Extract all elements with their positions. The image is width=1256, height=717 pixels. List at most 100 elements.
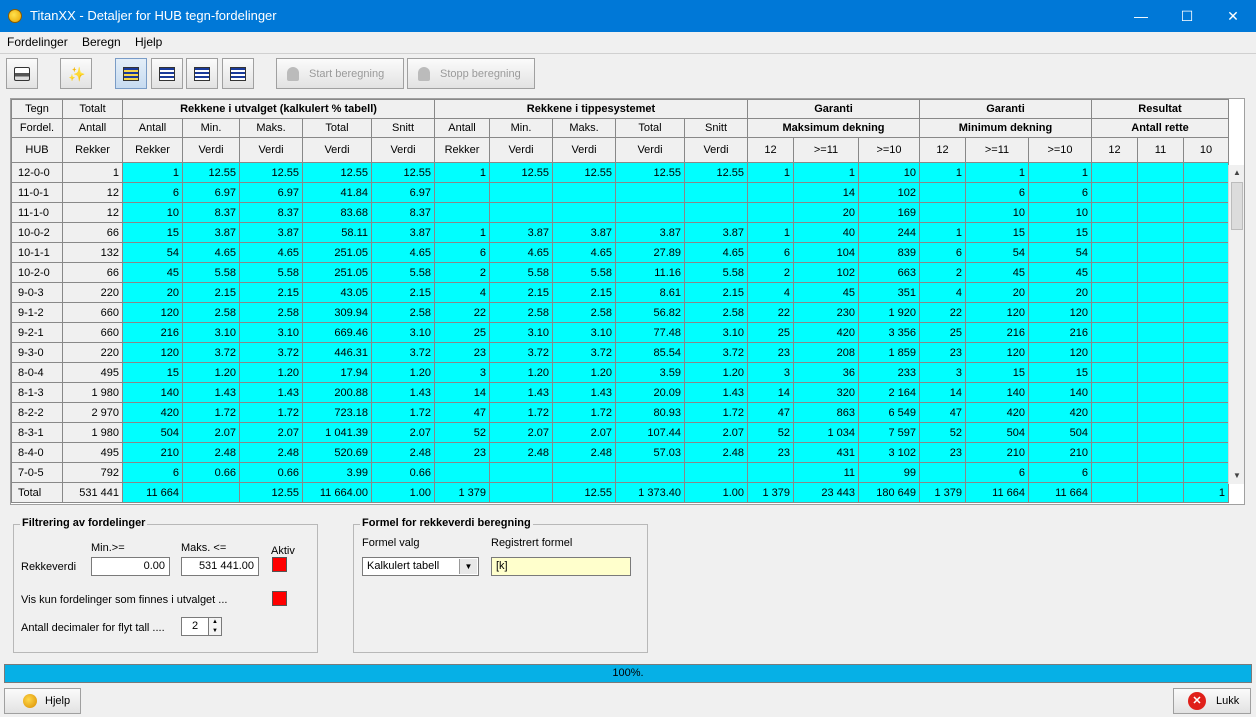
table-cell[interactable]: 43.05 [302,282,372,303]
table-cell[interactable]: 3.87 [371,222,435,243]
table-cell[interactable] [1137,282,1184,303]
table-cell[interactable]: 2.58 [182,302,240,323]
formula-select[interactable]: Kalkulert tabell ▼ [362,557,479,576]
table-cell[interactable]: 2 [919,262,966,283]
table-cell[interactable] [1137,262,1184,283]
table-cell[interactable] [1091,462,1138,483]
table-cell[interactable]: 140 [1028,382,1092,403]
table-cell[interactable]: 120 [122,342,183,363]
row-hub-label[interactable]: 9-0-3 [11,282,63,303]
table-cell[interactable]: 169 [858,202,920,223]
registered-formula-field[interactable]: [k] [491,557,631,576]
table-cell[interactable]: 14 [919,382,966,403]
table-cell[interactable]: 200.88 [302,382,372,403]
table-cell[interactable]: 54 [1028,242,1092,263]
table-cell[interactable]: 1 [122,162,183,183]
table-cell[interactable] [1183,202,1229,223]
table-cell[interactable]: 3.10 [489,322,553,343]
table-cell[interactable] [1183,322,1229,343]
table-cell[interactable]: 12.55 [239,162,303,183]
table-cell[interactable]: 723.18 [302,402,372,423]
table-cell[interactable] [552,462,616,483]
table-cell[interactable]: 40 [793,222,859,243]
table-cell[interactable]: 20 [122,282,183,303]
table-cell[interactable]: 45 [965,262,1029,283]
maximize-button[interactable]: ☐ [1164,0,1210,32]
table-cell[interactable] [615,182,685,203]
table-cell[interactable] [1183,242,1229,263]
table-cell[interactable]: 45 [1028,262,1092,283]
table-cell[interactable] [1137,422,1184,443]
table-cell[interactable]: 8.37 [239,202,303,223]
table-cell[interactable]: 3 [434,362,490,383]
table-cell[interactable]: 1.72 [239,402,303,423]
scroll-thumb[interactable] [1231,182,1243,230]
table-cell[interactable]: 431 [793,442,859,463]
table-cell[interactable] [1091,442,1138,463]
table-cell[interactable]: 80.93 [615,402,685,423]
table-cell[interactable]: 3.72 [239,342,303,363]
menu-fordelinger[interactable]: Fordelinger [7,35,68,49]
table-cell[interactable]: 1.20 [371,362,435,383]
view-4-button[interactable] [222,58,254,89]
table-cell[interactable]: 1 [965,162,1029,183]
table-cell[interactable] [1091,362,1138,383]
vis-kun-toggle[interactable] [272,591,287,606]
table-cell[interactable]: 23 [747,342,794,363]
table-row[interactable]: 11-0-1 12 6 6.97 6.97 41.84 6.97 14 102 6 6 [11,182,1229,203]
table-cell[interactable]: 2.15 [552,282,616,303]
table-cell[interactable]: 132 [62,242,123,263]
table-cell[interactable] [1091,162,1138,183]
menu-hjelp[interactable]: Hjelp [135,35,162,49]
table-cell[interactable]: 15 [122,362,183,383]
table-cell[interactable]: 2.07 [239,422,303,443]
table-cell[interactable]: 104 [793,242,859,263]
table-cell[interactable]: 120 [1028,302,1092,323]
table-cell[interactable]: 6 [1028,182,1092,203]
table-cell[interactable]: 320 [793,382,859,403]
row-hub-label[interactable]: 7-0-5 [11,462,63,483]
table-cell[interactable]: 11 [793,462,859,483]
table-cell[interactable]: 1.20 [684,362,748,383]
table-row[interactable]: 10-0-2 66 15 3.87 3.87 58.11 3.87 1 3.87 3.87 3.87… [11,222,1229,243]
table-cell[interactable]: 27.89 [615,242,685,263]
table-cell[interactable]: 83.68 [302,202,372,223]
table-cell[interactable]: 14 [793,182,859,203]
table-cell[interactable]: 3.72 [371,342,435,363]
table-cell[interactable]: 3 [919,362,966,383]
table-cell[interactable]: 1.72 [371,402,435,423]
table-cell[interactable]: 6.97 [239,182,303,203]
table-row[interactable]: 8-1-3 1 980 140 1.43 1.43 200.88 1.43 14 1.43 1.4… [11,382,1229,403]
table-cell[interactable] [552,182,616,203]
table-cell[interactable]: 420 [793,322,859,343]
table-cell[interactable]: 669.46 [302,322,372,343]
table-cell[interactable]: 230 [793,302,859,323]
table-cell[interactable]: 4.65 [552,242,616,263]
table-cell[interactable]: 2.48 [684,442,748,463]
table-cell[interactable] [552,202,616,223]
table-cell[interactable] [1137,242,1184,263]
table-cell[interactable]: 25 [919,322,966,343]
table-cell[interactable] [1091,422,1138,443]
vertical-scrollbar[interactable]: ▲ ▼ [1228,165,1244,484]
table-cell[interactable] [684,462,748,483]
table-cell[interactable]: 504 [1028,422,1092,443]
table-cell[interactable] [1091,222,1138,243]
table-cell[interactable]: 5.58 [239,262,303,283]
table-cell[interactable]: 45 [122,262,183,283]
table-cell[interactable]: 2.58 [239,302,303,323]
table-cell[interactable]: 0.66 [239,462,303,483]
table-cell[interactable]: 251.05 [302,242,372,263]
table-cell[interactable]: 3.10 [552,322,616,343]
table-cell[interactable]: 15 [965,362,1029,383]
table-cell[interactable]: 52 [747,422,794,443]
table-cell[interactable]: 3.10 [684,322,748,343]
decimals-spinner[interactable]: ▲ ▼ [208,617,222,636]
table-row[interactable]: 9-2-1 660 216 3.10 3.10 669.46 3.10 25 3.10 3.10 7… [11,322,1229,343]
table-cell[interactable]: 12.55 [615,162,685,183]
table-cell[interactable]: 251.05 [302,262,372,283]
table-cell[interactable]: 12.55 [684,162,748,183]
table-cell[interactable]: 420 [1028,402,1092,423]
table-cell[interactable]: 3.87 [615,222,685,243]
row-hub-label[interactable]: 12-0-0 [11,162,63,183]
